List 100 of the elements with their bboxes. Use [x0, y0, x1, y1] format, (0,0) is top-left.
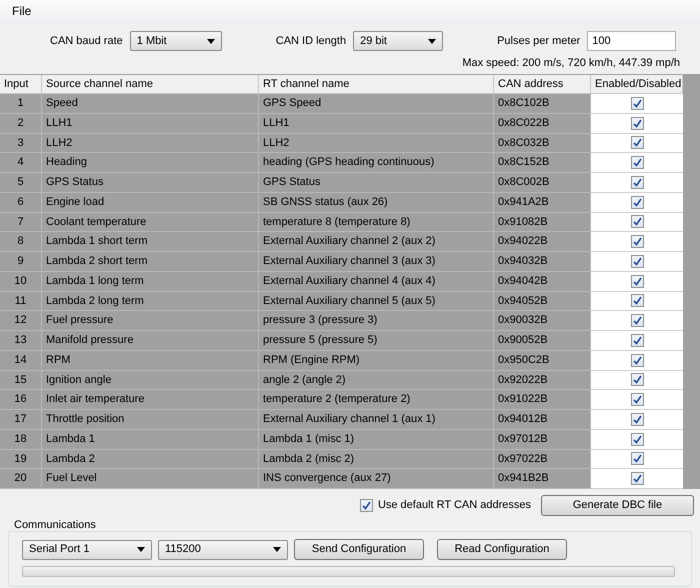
table-cell: RPM: [42, 350, 259, 370]
dropdown-value: 1 Mbit: [136, 34, 167, 49]
table-cell: heading (GPS heading continuous): [259, 153, 494, 173]
table-cell: External Auxiliary channel 1 (aux 1): [259, 410, 494, 430]
dropdown-caret-icon: [206, 38, 215, 44]
checkbox[interactable]: [630, 294, 644, 308]
table-cell: RPM (Engine RPM): [259, 350, 494, 370]
table-cell: Engine load: [42, 192, 259, 212]
table-cell: GPS Status: [42, 173, 259, 193]
table-cell: Ignition angle: [42, 370, 259, 390]
checkbox[interactable]: [360, 498, 373, 512]
field-label: Pulses per meter: [497, 34, 580, 49]
dropdown[interactable]: 29 bit: [353, 31, 444, 51]
table-cell: 10: [0, 272, 42, 292]
checkbox[interactable]: [630, 215, 644, 228]
checkbox[interactable]: [630, 432, 644, 446]
table-cell: pressure 5 (pressure 5): [259, 331, 494, 351]
column-header[interactable]: RT channel name: [259, 75, 494, 94]
table-cell: External Auxiliary channel 3 (aux 3): [259, 252, 494, 272]
column-header[interactable]: Input: [0, 75, 42, 94]
checkbox[interactable]: [630, 472, 644, 486]
table-cell: Lambda 1: [42, 430, 259, 450]
table-cell: Lambda 2 (misc 2): [259, 450, 494, 470]
checkbox[interactable]: [630, 96, 644, 110]
table-cell: Lambda 1 short term: [42, 232, 259, 252]
dropdown-caret-icon: [428, 38, 436, 44]
table-cell: Speed: [42, 94, 259, 114]
table-cell: 15: [0, 370, 42, 390]
button[interactable]: Generate DBC file: [541, 494, 694, 516]
dropdown-caret-icon: [137, 547, 145, 552]
checkbox[interactable]: [630, 235, 644, 248]
max-speed-text: Max speed: 200 m/s, 720 km/h, 447.39 mp/h: [462, 56, 680, 71]
button[interactable]: Read Configuration: [437, 539, 567, 560]
table-cell: Fuel pressure: [42, 311, 259, 331]
table-cell: Lambda 2 short term: [42, 252, 259, 272]
table-cell: LLH2: [42, 134, 259, 154]
group-title: Communications: [14, 519, 97, 531]
checkbox[interactable]: [630, 314, 644, 328]
table-cell: LLH1: [259, 114, 494, 134]
table-cell: 14: [0, 350, 42, 370]
table-cell: GPS Status: [259, 173, 494, 193]
table-cell: Coolant temperature: [42, 212, 259, 232]
table-cell: 1: [0, 94, 42, 114]
checkbox[interactable]: [630, 136, 644, 150]
table-cell: temperature 2 (temperature 2): [259, 390, 494, 410]
table-cell: INS convergence (aux 27): [259, 469, 494, 489]
table-cell: Fuel Level: [42, 469, 259, 489]
dropdown[interactable]: 1 Mbit: [130, 31, 222, 51]
dropdown-caret-icon: [273, 547, 281, 552]
checkbox[interactable]: [630, 156, 644, 170]
table-cell: 8: [0, 232, 42, 252]
button[interactable]: Send Configuration: [294, 539, 424, 560]
table-cell: 3: [0, 134, 42, 154]
table-cell: 12: [0, 311, 42, 331]
checkbox[interactable]: [630, 254, 644, 268]
table-cell: Lambda 2: [42, 450, 259, 470]
dropdown[interactable]: Serial Port 1: [22, 540, 152, 560]
table-cell: Lambda 1 (misc 1): [259, 430, 494, 450]
table-cell: 5: [0, 173, 42, 193]
checkbox[interactable]: [630, 452, 644, 466]
table-cell: LLH2: [259, 134, 494, 154]
dropdown-value: 115200: [165, 542, 201, 558]
table-cell: Inlet air temperature: [42, 390, 259, 410]
table-cell: SB GNSS status (aux 26): [259, 192, 494, 212]
checkbox[interactable]: [630, 354, 644, 367]
table-cell: External Auxiliary channel 5 (aux 5): [259, 292, 494, 312]
checkbox[interactable]: [630, 196, 644, 209]
table-cell: 2: [0, 114, 42, 134]
table-cell: Lambda 2 long term: [42, 292, 259, 312]
table-cell: 4: [0, 153, 42, 173]
field-label: CAN baud rate: [50, 34, 123, 49]
dropdown[interactable]: 115200: [158, 540, 288, 560]
table-cell: pressure 3 (pressure 3): [259, 311, 494, 331]
table-cell: 11: [0, 292, 42, 312]
checkbox[interactable]: [630, 373, 644, 386]
checkbox[interactable]: [630, 176, 644, 189]
table-cell: 6: [0, 192, 42, 212]
table-cell: 9: [0, 252, 42, 272]
field-label: CAN ID length: [276, 34, 346, 49]
column-header[interactable]: CAN address: [494, 75, 591, 94]
table-cell: 13: [0, 331, 42, 351]
checkbox[interactable]: [630, 393, 644, 406]
checkbox[interactable]: [630, 116, 644, 130]
table-cell: temperature 8 (temperature 8): [259, 212, 494, 232]
checkbox[interactable]: [630, 334, 644, 347]
table-cell: angle 2 (angle 2): [259, 370, 494, 390]
table-cell: 16: [0, 390, 42, 410]
table-cell: External Auxiliary channel 4 (aux 4): [259, 272, 494, 292]
table-cell: Manifold pressure: [42, 331, 259, 351]
pulses-field[interactable]: 100: [587, 31, 676, 51]
table-cell: 20: [0, 469, 42, 489]
table-cell: 17: [0, 410, 42, 430]
checkbox[interactable]: [630, 274, 644, 288]
checkbox[interactable]: [630, 412, 644, 426]
dropdown-value: Serial Port 1: [29, 542, 90, 558]
column-header[interactable]: Source channel name: [42, 75, 259, 94]
menu-item[interactable]: File: [12, 2, 32, 20]
table-cell: Throttle position: [42, 410, 259, 430]
table-cell: Lambda 1 long term: [42, 272, 259, 292]
dropdown-value: 29 bit: [360, 34, 387, 49]
